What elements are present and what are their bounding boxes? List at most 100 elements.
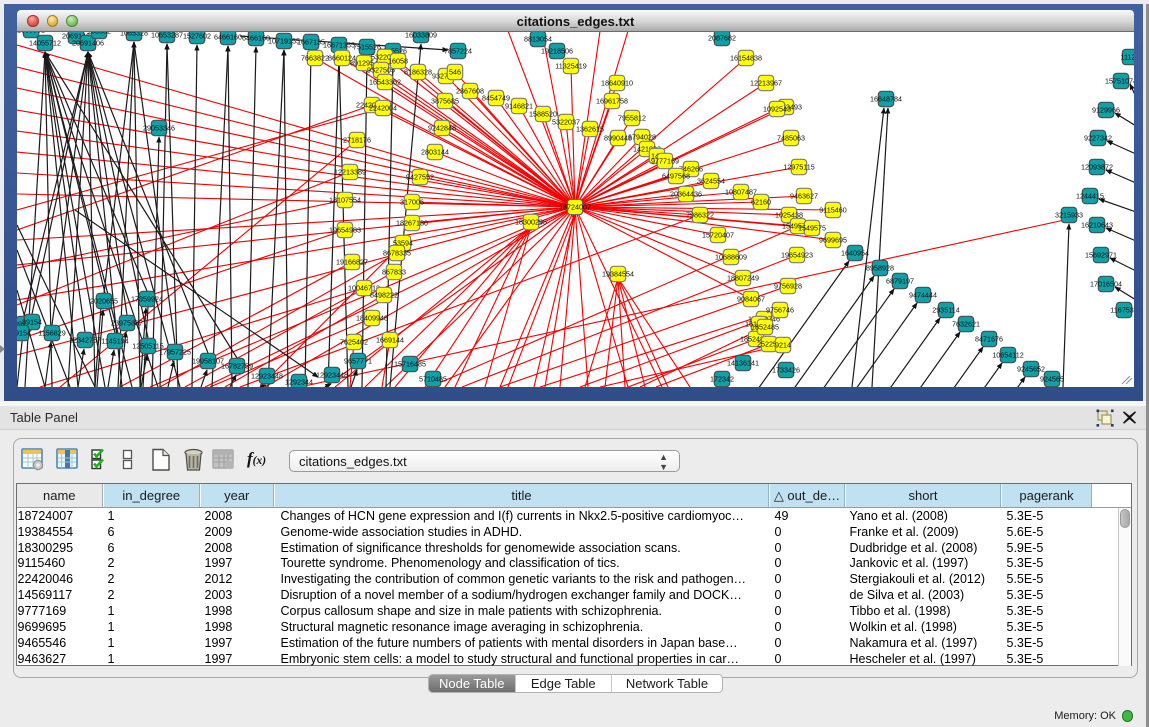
svg-text:16671355: 16671355	[323, 40, 355, 49]
svg-text:12213967: 12213967	[750, 78, 782, 87]
svg-text:17359924: 17359924	[131, 294, 163, 303]
svg-text:9245652: 9245652	[1017, 364, 1045, 373]
svg-text:6497568: 6497568	[662, 171, 690, 180]
svg-text:1244415: 1244415	[1076, 191, 1104, 200]
svg-text:172342: 172342	[710, 374, 734, 383]
svg-text:17957225: 17957225	[159, 347, 191, 356]
svg-text:3215933: 3215933	[1055, 210, 1083, 219]
svg-text:62160: 62160	[751, 197, 771, 206]
svg-text:9756928: 9756928	[774, 281, 802, 290]
svg-text:20364436: 20364436	[670, 189, 702, 198]
svg-text:7632621: 7632621	[952, 319, 980, 328]
svg-text:9115460: 9115460	[819, 205, 846, 214]
svg-text:14055712: 14055712	[29, 38, 61, 47]
svg-text:12923448: 12923448	[251, 371, 283, 380]
svg-text:15751074: 15751074	[1105, 76, 1134, 85]
svg-text:9777169: 9777169	[651, 156, 679, 165]
svg-text:317006: 317006	[400, 197, 424, 206]
svg-text:10719155: 10719155	[268, 36, 300, 45]
svg-text:2935114: 2935114	[932, 305, 959, 314]
svg-text:1065328: 1065328	[120, 32, 148, 37]
svg-text:7515526: 7515526	[353, 42, 381, 51]
svg-text:16033809: 16033809	[405, 32, 437, 39]
svg-text:16154838: 16154838	[730, 53, 762, 62]
svg-text:1167533: 1167533	[1110, 305, 1134, 314]
svg-text:1640954: 1640954	[841, 248, 869, 257]
svg-text:11123: 11123	[1121, 52, 1134, 61]
svg-text:12975115: 12975115	[783, 162, 814, 171]
svg-text:2020655: 2020655	[90, 296, 118, 305]
svg-text:19166827: 19166827	[336, 257, 368, 266]
svg-text:15720407: 15720407	[702, 230, 734, 239]
svg-text:18267130: 18267130	[396, 218, 428, 227]
svg-text:19218506: 19218506	[541, 46, 573, 55]
svg-text:18724007: 18724007	[559, 202, 591, 211]
svg-text:29053346: 29053346	[143, 123, 175, 132]
svg-text:12923448: 12923448	[316, 370, 348, 379]
svg-text:1852485: 1852485	[751, 322, 779, 331]
svg-text:10688609: 10688609	[715, 252, 747, 261]
svg-text:16058: 16058	[388, 56, 408, 65]
svg-text:11325419: 11325419	[555, 61, 586, 70]
svg-text:19654923: 19654923	[781, 250, 813, 259]
svg-text:2087682: 2087682	[708, 33, 736, 42]
svg-text:1292344: 1292344	[285, 377, 313, 386]
svg-text:8813054: 8813054	[524, 34, 552, 43]
svg-text:6794028: 6794028	[628, 132, 656, 141]
svg-text:1092543: 1092543	[763, 104, 791, 113]
svg-text:12342757: 12342757	[69, 335, 101, 344]
svg-text:6879197: 6879197	[886, 276, 914, 285]
svg-text:3875685: 3875685	[431, 96, 459, 105]
svg-text:1667135: 1667135	[297, 37, 325, 46]
svg-text:924565: 924565	[1040, 374, 1064, 383]
svg-text:9214: 9214	[775, 340, 791, 349]
svg-text:18409948: 18409948	[356, 313, 388, 322]
svg-text:1395061: 1395061	[17, 32, 45, 34]
svg-text:9427552: 9427552	[406, 172, 434, 181]
svg-text:19384554: 19384554	[602, 269, 634, 278]
svg-text:2367608: 2367608	[456, 86, 484, 95]
svg-text:18807249: 18807249	[727, 273, 759, 282]
svg-text:7986322: 7986322	[686, 210, 714, 219]
svg-text:8958928: 8958928	[866, 263, 894, 272]
svg-text:5710485: 5710485	[419, 374, 447, 383]
svg-text:16210643: 16210643	[1081, 220, 1113, 229]
svg-text:867833: 867833	[382, 267, 406, 276]
svg-text:3624554: 3624554	[697, 176, 725, 185]
svg-text:20691406: 20691406	[72, 38, 104, 47]
svg-text:2242004: 2242004	[369, 103, 397, 112]
svg-text:2803144: 2803144	[421, 147, 449, 156]
svg-text:9227342: 9227342	[1084, 133, 1112, 142]
svg-text:9756746: 9756746	[766, 305, 794, 314]
svg-text:12213389: 12213389	[334, 167, 366, 176]
svg-text:8471676: 8471676	[975, 334, 1003, 343]
svg-text:6466160: 6466160	[214, 32, 242, 41]
svg-text:9242848: 9242848	[428, 123, 456, 132]
svg-text:15692971: 15692971	[1085, 250, 1117, 259]
svg-text:6466160: 6466160	[242, 33, 270, 42]
svg-text:18640910: 18640910	[601, 78, 633, 87]
svg-text:1145194: 1145194	[101, 336, 128, 345]
svg-text:9463627: 9463627	[790, 191, 818, 200]
svg-text:7663822: 7663822	[301, 53, 329, 62]
svg-text:2718176: 2718176	[343, 135, 371, 144]
svg-text:16543362: 16543362	[369, 77, 401, 86]
svg-text:1527602: 1527602	[183, 32, 211, 40]
svg-text:1669144: 1669144	[376, 335, 404, 344]
svg-text:9084067: 9084067	[737, 294, 765, 303]
svg-text:7955812: 7955812	[618, 113, 646, 122]
svg-text:16961758: 16961758	[596, 96, 628, 105]
svg-text:1362615: 1362615	[576, 124, 604, 133]
svg-text:12093872: 12093872	[1081, 162, 1113, 171]
svg-text:17016504: 17016504	[1090, 279, 1122, 288]
svg-text:546: 546	[449, 67, 461, 76]
svg-text:1156829: 1156829	[38, 328, 65, 337]
svg-text:9129966: 9129966	[1092, 105, 1120, 114]
svg-text:19654983: 19654983	[329, 225, 361, 234]
svg-text:18300295: 18300295	[515, 217, 547, 226]
svg-text:15716485: 15716485	[394, 359, 426, 368]
svg-text:10654112: 10654112	[992, 350, 1023, 359]
svg-text:8186328: 8186328	[404, 67, 432, 76]
svg-text:18107554: 18107554	[329, 195, 361, 204]
svg-text:1733426: 1733426	[772, 365, 800, 374]
